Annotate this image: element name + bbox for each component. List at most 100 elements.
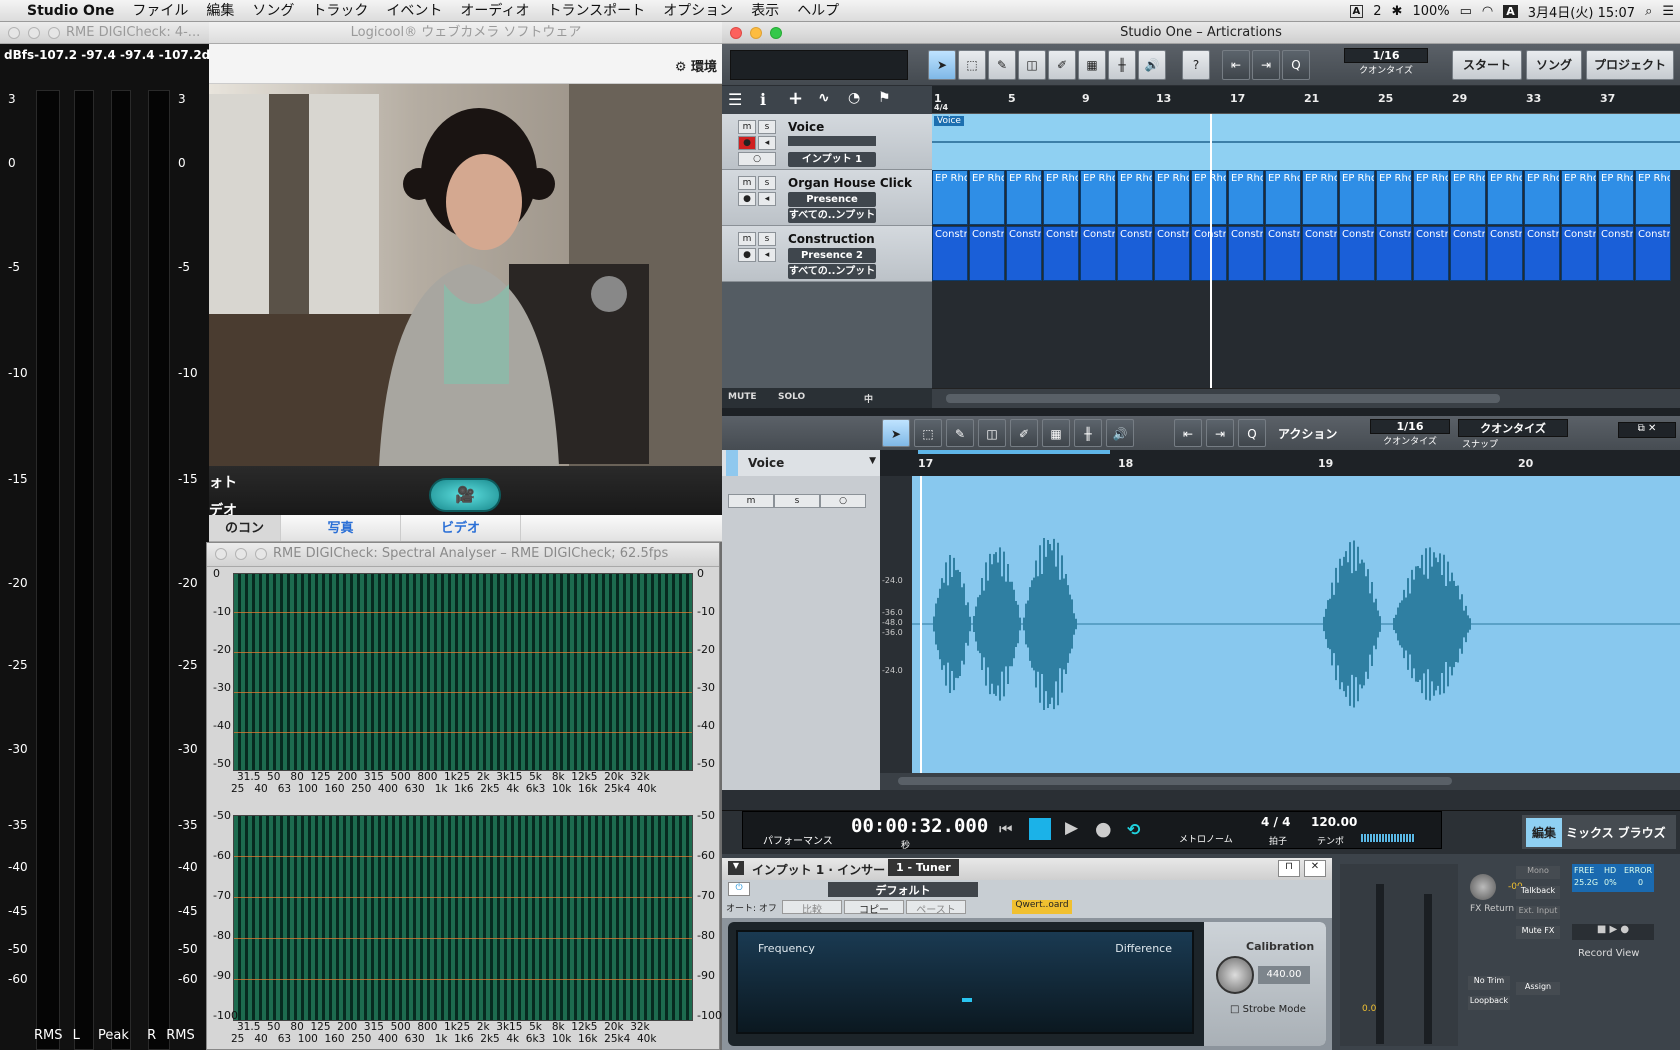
automation-icon[interactable]: ∿ <box>818 90 830 106</box>
range-tool-icon[interactable]: ⬚ <box>914 419 942 447</box>
solo-button[interactable]: s <box>758 232 776 246</box>
arrange-clip[interactable]: EP Rho <box>1302 170 1338 225</box>
close-icon[interactable]: ✕ <box>1304 860 1326 877</box>
mute-fx-button[interactable]: Mute FX <box>1516 926 1560 939</box>
arrange-clip[interactable]: Constru <box>1376 226 1412 281</box>
arrange-clip[interactable]: EP Rho <box>1413 170 1449 225</box>
arrange-clip[interactable]: EP Rho <box>1561 170 1597 225</box>
monitor-button[interactable]: ◂ <box>758 192 776 206</box>
zoom-icon[interactable] <box>255 548 267 560</box>
arrange-clip[interactable]: EP Rho <box>969 170 1005 225</box>
input-toggle[interactable]: ○ <box>820 494 866 508</box>
meter-titlebar[interactable]: RME DIGICheck: 4-... <box>0 22 209 44</box>
bend-tool-icon[interactable]: ╫ <box>1108 50 1136 80</box>
split-tool-icon[interactable]: ✎ <box>946 419 974 447</box>
track-organ[interactable]: m s ● ◂ Organ House Click Presence すべての.… <box>722 170 932 226</box>
project-button[interactable]: プロジェクト <box>1586 50 1674 80</box>
arrange-clip[interactable]: EP Rho <box>1191 170 1227 225</box>
calibration-value[interactable]: 440.00 <box>1258 966 1310 984</box>
minimize-icon[interactable] <box>235 548 247 560</box>
copy-button[interactable]: コピー <box>844 900 904 916</box>
mute-button[interactable]: m <box>738 232 756 246</box>
arrange-clip[interactable]: EP Rho <box>1635 170 1671 225</box>
record-button[interactable]: ● <box>1095 818 1112 840</box>
mute-button[interactable]: m <box>738 176 756 190</box>
editor-quantize[interactable]: 1/16 クオンタイズ <box>1370 419 1450 447</box>
stop-button[interactable] <box>1029 818 1051 840</box>
menu-edit[interactable]: 編集 <box>197 0 243 22</box>
rewind-icon[interactable]: ⇤ <box>1222 50 1250 80</box>
monitor-button[interactable]: ◂ <box>758 136 776 150</box>
solo-all-button[interactable]: SOLO <box>778 392 805 402</box>
arrange-clip[interactable]: EP Rho <box>1487 170 1523 225</box>
track-construction[interactable]: m s ● ◂ Construction Presence 2 すべての..ンプ… <box>722 226 932 282</box>
instrument-preset[interactable]: Presence 2 <box>788 248 876 263</box>
time-display[interactable]: 00:00:32.000 <box>851 815 988 837</box>
menu-event[interactable]: イベント <box>377 0 451 22</box>
split-handle[interactable] <box>722 408 1680 416</box>
add-track-icon[interactable]: + <box>788 88 803 109</box>
arrange-clip[interactable]: Constru <box>1635 226 1671 281</box>
rewind-start-icon[interactable]: ⏮ <box>999 820 1013 838</box>
close-icon[interactable] <box>8 27 20 39</box>
mute-tool-icon[interactable]: ▦ <box>1078 50 1106 80</box>
auto-off[interactable]: オート: オフ <box>726 901 777 914</box>
editor-window-controls[interactable]: ⧉ ✕ <box>1618 422 1676 438</box>
trim-knob[interactable] <box>1470 874 1496 900</box>
arrange-clip[interactable]: EP Rho <box>1339 170 1375 225</box>
track-voice[interactable]: m s ● ◂ ○ Voice インプット 1 <box>722 114 932 170</box>
menu-options[interactable]: オプション <box>654 0 742 22</box>
solo-button[interactable]: s <box>758 176 776 190</box>
ffwd-icon[interactable]: ⇥ <box>1252 50 1280 80</box>
snap-toggle[interactable]: スナップ <box>1458 437 1568 450</box>
studio-titlebar[interactable]: Studio One – Articrations <box>722 22 1680 44</box>
strobe-mode[interactable]: □ Strobe Mode <box>1230 1004 1306 1015</box>
calibration-knob[interactable] <box>1216 956 1254 994</box>
assign-button[interactable]: Assign <box>1516 982 1560 995</box>
song-button[interactable]: ソング <box>1526 50 1582 80</box>
talkback-button[interactable]: Talkback <box>1516 886 1560 899</box>
zoom-icon[interactable] <box>48 27 60 39</box>
ext-input-button[interactable]: Ext. Input <box>1516 906 1560 919</box>
editor-scrollbar[interactable] <box>880 773 1680 790</box>
editor-playhead[interactable] <box>920 476 922 773</box>
tab-photo[interactable]: 写真 <box>281 515 401 541</box>
mute-all-button[interactable]: MUTE <box>728 392 757 402</box>
waveform-view[interactable] <box>912 476 1680 773</box>
paste-button[interactable]: ペースト <box>906 900 966 916</box>
arrange-clip[interactable]: Constru <box>1302 226 1338 281</box>
arrange-clip[interactable]: Constru <box>969 226 1005 281</box>
arrange-clip[interactable]: EP Rho <box>1376 170 1412 225</box>
action-menu[interactable]: アクション <box>1278 425 1337 442</box>
arrange-clip[interactable]: EP Rho <box>1043 170 1079 225</box>
arrange-clip[interactable]: EP Rho <box>1598 170 1634 225</box>
webcam-settings-button[interactable]: ⚙ 環境 <box>675 56 717 75</box>
mono-button[interactable]: Mono <box>1516 866 1560 879</box>
mute-button[interactable]: m <box>728 494 774 508</box>
arrange-clip[interactable]: EP Rho <box>1265 170 1301 225</box>
marker-icon[interactable]: ⚑ <box>878 90 891 106</box>
arrange-clip[interactable]: Constru <box>1265 226 1301 281</box>
mute-button[interactable]: m <box>738 120 756 134</box>
track-input[interactable]: すべての..ンプット <box>788 264 876 279</box>
input-source-icon[interactable]: A <box>1349 4 1364 18</box>
tab-mix[interactable]: ミックス <box>1566 824 1614 841</box>
keyboard-button[interactable]: Qwert..oard <box>1012 900 1072 914</box>
playhead[interactable] <box>1210 114 1212 388</box>
input-mode[interactable]: A <box>1503 4 1518 18</box>
menu-help[interactable]: ヘルプ <box>788 0 848 22</box>
play-button[interactable]: ▶ <box>1065 818 1078 838</box>
timebase-icon[interactable]: ◔ <box>848 90 860 106</box>
arrange-clip[interactable]: Constru <box>1487 226 1523 281</box>
arrow-tool-icon[interactable]: ➤ <box>928 50 956 80</box>
mute-tool-icon[interactable]: ▦ <box>1042 419 1070 447</box>
start-button[interactable]: スタート <box>1452 50 1522 80</box>
paint-tool-icon[interactable]: ✐ <box>1010 419 1038 447</box>
recorder-transport[interactable]: ■ ▶ ● <box>1572 924 1654 940</box>
arrange-clip[interactable]: EP Rho <box>1524 170 1560 225</box>
voice-clip[interactable]: Voice <box>932 114 1680 170</box>
chevron-down-icon[interactable]: ▼ <box>728 861 744 875</box>
arrange-clip[interactable]: Constru <box>1450 226 1486 281</box>
arrange-clip[interactable]: Constru <box>1524 226 1560 281</box>
listen-tool-icon[interactable]: 🔊 <box>1138 50 1166 80</box>
